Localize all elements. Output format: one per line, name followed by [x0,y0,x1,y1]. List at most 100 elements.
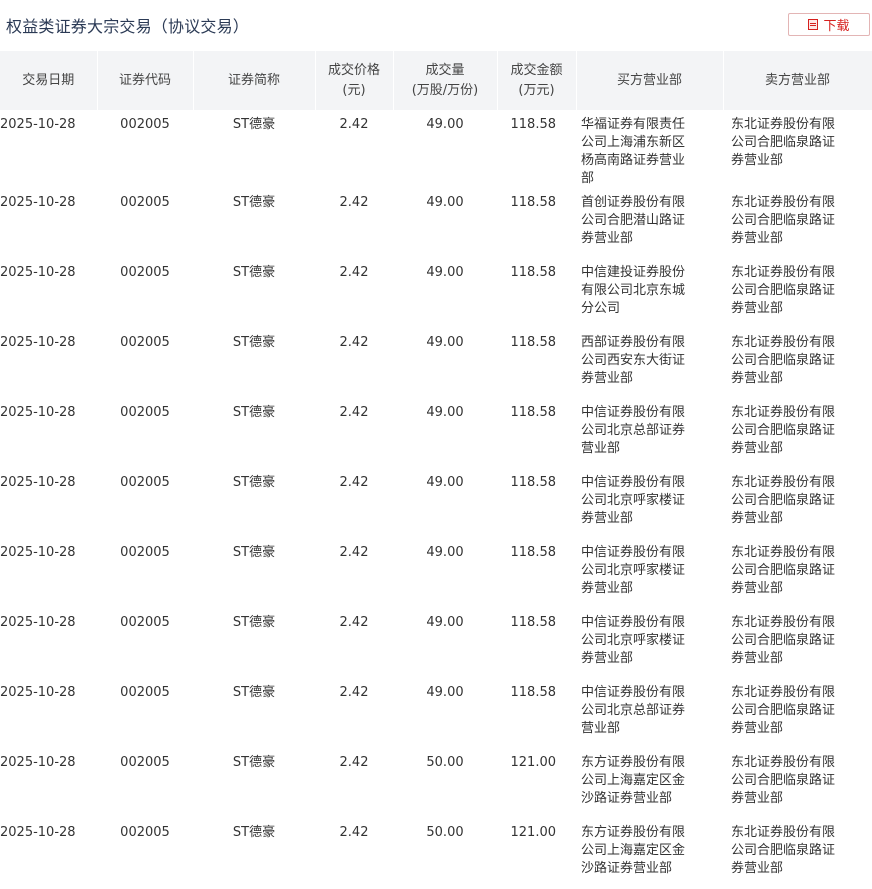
cell-amount: 121.00 [510,825,557,840]
cell-security-name: ST德豪 [232,545,276,560]
cell-trade-date: 2025-10-28 [0,685,76,700]
table-row: 2025-10-28 002005 ST德豪 2.42 49.00 118.58 中信建投证… [0,259,872,329]
cell-buyer: 首创证券股份有限公司合肥潜山路证券营业部 [581,195,686,246]
table-row: 2025-10-28 002005 ST德豪 2.42 49.00 118.58 中信证券股… [0,679,872,749]
table-row: 2025-10-28 002005 ST德豪 2.42 49.00 118.58 首创证券股… [0,189,872,259]
cell-volume: 49.00 [426,335,464,350]
cell-seller: 东北证券股份有限公司合肥临泉路证券营业部 [731,335,836,386]
cell-seller: 东北证券股份有限公司合肥临泉路证券营业部 [731,265,836,316]
cell-amount: 118.58 [510,405,557,420]
cell-security-name: ST德豪 [232,405,276,420]
cell-security-code: 002005 [120,825,170,840]
cell-seller: 东北证券股份有限公司合肥临泉路证券营业部 [731,475,836,526]
cell-price: 2.42 [339,615,369,630]
cell-security-code: 002005 [120,117,170,132]
header-amount: 成交金额 (万元) [497,51,577,110]
cell-price: 2.42 [339,545,369,560]
cell-security-name: ST德豪 [232,755,276,770]
cell-price: 2.42 [339,825,369,840]
cell-price: 2.42 [339,475,369,490]
cell-volume: 50.00 [426,755,464,770]
table-header-row: 交易日期 证券代码 证券简称 成交价格 (元) 成交量 (万股/万份) 成交金额 (万… [0,51,872,110]
header-security-code: 证券代码 [97,51,194,110]
cell-trade-date: 2025-10-28 [0,545,76,560]
cell-trade-date: 2025-10-28 [0,195,76,210]
cell-security-code: 002005 [120,685,170,700]
cell-security-code: 002005 [120,475,170,490]
table-row: 2025-10-28 002005 ST德豪 2.42 49.00 118.58 中信证券股… [0,539,872,609]
download-label: 下载 [823,19,850,34]
cell-seller: 东北证券股份有限公司合肥临泉路证券营业部 [731,685,836,736]
header-trade-date: 交易日期 [0,51,98,110]
cell-security-name: ST德豪 [232,195,276,210]
cell-trade-date: 2025-10-28 [0,335,76,350]
cell-seller: 东北证券股份有限公司合肥临泉路证券营业部 [731,825,836,876]
cell-amount: 118.58 [510,475,557,490]
header-security-name: 证券简称 [193,51,316,110]
cell-amount: 118.58 [510,265,557,280]
cell-volume: 49.00 [426,545,464,560]
block-trade-table: 交易日期 证券代码 证券简称 成交价格 (元) 成交量 (万股/万份) 成交金额 (万… [0,51,872,889]
cell-volume: 49.00 [426,405,464,420]
cell-buyer: 东方证券股份有限公司上海嘉定区金沙路证券营业部 [581,755,686,806]
header-price: 成交价格 (元) [315,51,394,110]
cell-security-name: ST德豪 [232,265,276,280]
cell-buyer: 华福证券有限责任公司上海浦东新区杨高南路证券营业部 [581,117,686,186]
cell-price: 2.42 [339,265,369,280]
cell-volume: 49.00 [426,195,464,210]
table-row: 2025-10-28 002005 ST德豪 2.42 49.00 118.58 中信证券股… [0,609,872,679]
cell-seller: 东北证券股份有限公司合肥临泉路证券营业部 [731,117,836,168]
table-row: 2025-10-28 002005 ST德豪 2.42 50.00 121.00 东方证券股… [0,749,872,819]
cell-trade-date: 2025-10-28 [0,475,76,490]
cell-trade-date: 2025-10-28 [0,755,76,770]
cell-security-code: 002005 [120,405,170,420]
cell-volume: 49.00 [426,475,464,490]
cell-seller: 东北证券股份有限公司合肥临泉路证券营业部 [731,545,836,596]
cell-amount: 118.58 [510,195,557,210]
cell-security-code: 002005 [120,195,170,210]
cell-trade-date: 2025-10-28 [0,117,76,132]
cell-seller: 东北证券股份有限公司合肥临泉路证券营业部 [731,755,836,806]
cell-price: 2.42 [339,117,369,132]
cell-buyer: 西部证券股份有限公司西安东大街证券营业部 [581,335,686,386]
cell-security-name: ST德豪 [232,335,276,350]
cell-price: 2.42 [339,685,369,700]
header-buyer: 买方营业部 [576,51,724,110]
cell-trade-date: 2025-10-28 [0,615,76,630]
cell-amount: 121.00 [510,755,557,770]
cell-volume: 50.00 [426,825,464,840]
cell-trade-date: 2025-10-28 [0,265,76,280]
table-row: 2025-10-28 002005 ST德豪 2.42 49.00 118.58 中信证券股… [0,399,872,469]
download-file-icon [808,19,819,30]
cell-trade-date: 2025-10-28 [0,405,76,420]
cell-buyer: 中信证券股份有限公司北京呼家楼证券营业部 [581,545,686,596]
cell-security-name: ST德豪 [232,117,276,132]
page-title: 权益类证券大宗交易（协议交易） [6,17,250,36]
cell-buyer: 中信证券股份有限公司北京呼家楼证券营业部 [581,475,686,526]
table-row: 2025-10-28 002005 ST德豪 2.42 49.00 118.58 中信证券股… [0,469,872,539]
cell-price: 2.42 [339,755,369,770]
cell-seller: 东北证券股份有限公司合肥临泉路证券营业部 [731,615,836,666]
cell-price: 2.42 [339,335,369,350]
cell-security-code: 002005 [120,265,170,280]
cell-buyer: 东方证券股份有限公司上海嘉定区金沙路证券营业部 [581,825,686,876]
cell-price: 2.42 [339,195,369,210]
cell-security-name: ST德豪 [232,475,276,490]
download-button[interactable]: 下载 [788,13,870,36]
cell-buyer: 中信证券股份有限公司北京总部证券营业部 [581,685,686,736]
cell-buyer: 中信证券股份有限公司北京总部证券营业部 [581,405,686,456]
cell-volume: 49.00 [426,117,464,132]
cell-security-code: 002005 [120,615,170,630]
cell-security-name: ST德豪 [232,825,276,840]
cell-security-name: ST德豪 [232,615,276,630]
cell-amount: 118.58 [510,335,557,350]
cell-volume: 49.00 [426,685,464,700]
header-seller: 卖方营业部 [723,51,872,110]
header-volume: 成交量 (万股/万份) [393,51,498,110]
cell-amount: 118.58 [510,685,557,700]
cell-volume: 49.00 [426,615,464,630]
cell-price: 2.42 [339,405,369,420]
cell-trade-date: 2025-10-28 [0,825,76,840]
table-row: 2025-10-28 002005 ST德豪 2.42 50.00 121.00 东方证券股… [0,819,872,889]
cell-security-code: 002005 [120,335,170,350]
